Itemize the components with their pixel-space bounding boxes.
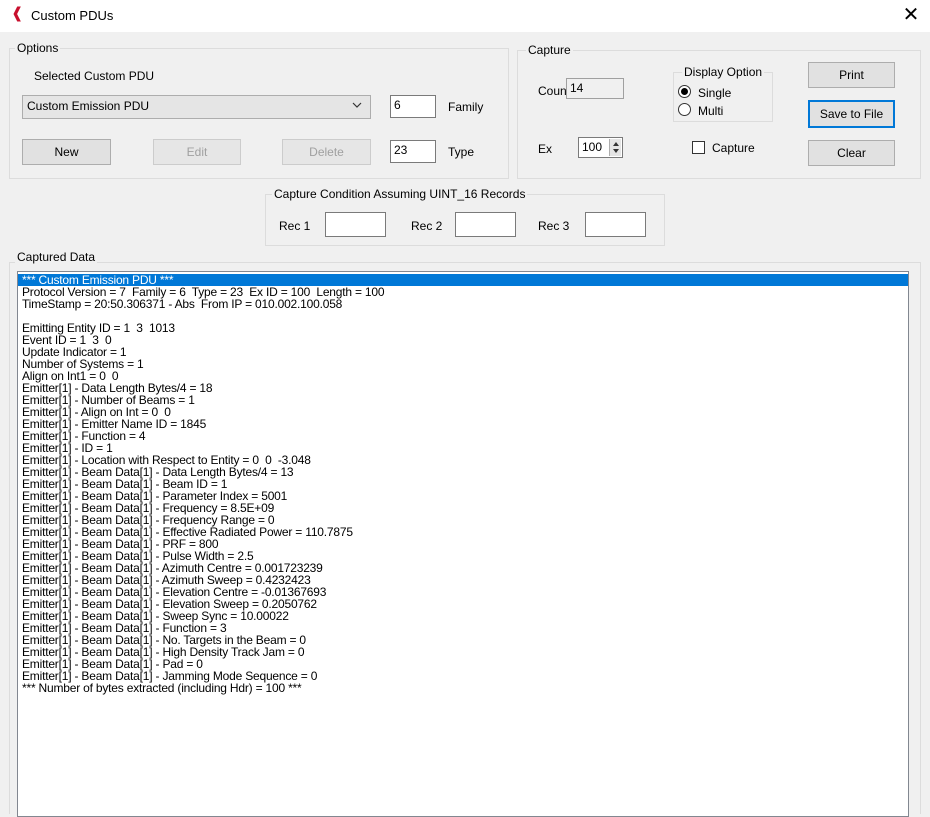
captured-line[interactable]: Emitter[1] - Function = 4: [18, 430, 908, 442]
clear-button[interactable]: Clear: [808, 140, 895, 166]
capture-legend: Capture: [526, 43, 573, 57]
family-field[interactable]: 6: [390, 95, 436, 118]
capture-checkbox[interactable]: [692, 141, 705, 154]
ex-stepper-value: 100: [582, 140, 603, 154]
ex-label: Ex: [538, 142, 553, 156]
captured-line[interactable]: Update Indicator = 1: [18, 346, 908, 358]
stepper-arrows-icon[interactable]: [609, 139, 621, 156]
single-radio-label: Single: [698, 86, 732, 100]
rec2-label: Rec 2: [411, 219, 443, 233]
captured-line[interactable]: TimeStamp = 20:50.306371 - Abs From IP =…: [18, 298, 908, 310]
print-button[interactable]: Print: [808, 62, 895, 88]
captured-line[interactable]: Event ID = 1 3 0: [18, 334, 908, 346]
captured-data-list[interactable]: *** Custom Emission PDU *** Protocol Vers…: [17, 271, 909, 817]
new-button[interactable]: New: [22, 139, 111, 165]
delete-button[interactable]: Delete: [282, 139, 371, 165]
count-field: 14: [566, 78, 624, 99]
single-radio[interactable]: [678, 85, 691, 98]
captured-line[interactable]: Emitting Entity ID = 1 3 1013: [18, 322, 908, 334]
save-to-file-button[interactable]: Save to File: [808, 100, 895, 128]
multi-radio[interactable]: [678, 103, 691, 116]
title-bar: [0, 0, 930, 32]
multi-radio-label: Multi: [698, 104, 724, 118]
rec1-field[interactable]: [325, 212, 386, 237]
chevron-down-icon: [352, 99, 362, 113]
rec1-label: Rec 1: [279, 219, 311, 233]
rec3-field[interactable]: [585, 212, 646, 237]
type-field[interactable]: 23: [390, 140, 436, 163]
pdu-select[interactable]: Custom Emission PDU: [22, 95, 371, 119]
window-title: Custom PDUs: [31, 8, 114, 23]
type-label: Type: [448, 145, 475, 159]
captured-line[interactable]: Emitter[1] - Emitter Name ID = 1845: [18, 418, 908, 430]
display-option-legend: Display Option: [682, 65, 765, 79]
captured-data-legend: Captured Data: [15, 250, 98, 264]
family-label: Family: [448, 100, 484, 114]
rec2-field[interactable]: [455, 212, 516, 237]
captured-data-lines: *** Custom Emission PDU *** Protocol Vers…: [18, 274, 908, 694]
edit-button[interactable]: Edit: [153, 139, 241, 165]
capture-checkbox-label: Capture: [712, 141, 755, 155]
ex-stepper[interactable]: 100: [578, 137, 623, 158]
app-logo-icon: ❰: [11, 5, 24, 22]
selected-pdu-label: Selected Custom PDU: [34, 69, 155, 83]
captured-line[interactable]: Number of Systems = 1: [18, 358, 908, 370]
capture-condition-legend: Capture Condition Assuming UINT_16 Recor…: [272, 187, 528, 201]
rec3-label: Rec 3: [538, 219, 570, 233]
captured-line[interactable]: *** Number of bytes extracted (including…: [18, 682, 908, 694]
options-legend: Options: [15, 41, 61, 55]
close-button[interactable]: ✕: [896, 2, 926, 30]
pdu-select-value: Custom Emission PDU: [27, 99, 150, 113]
